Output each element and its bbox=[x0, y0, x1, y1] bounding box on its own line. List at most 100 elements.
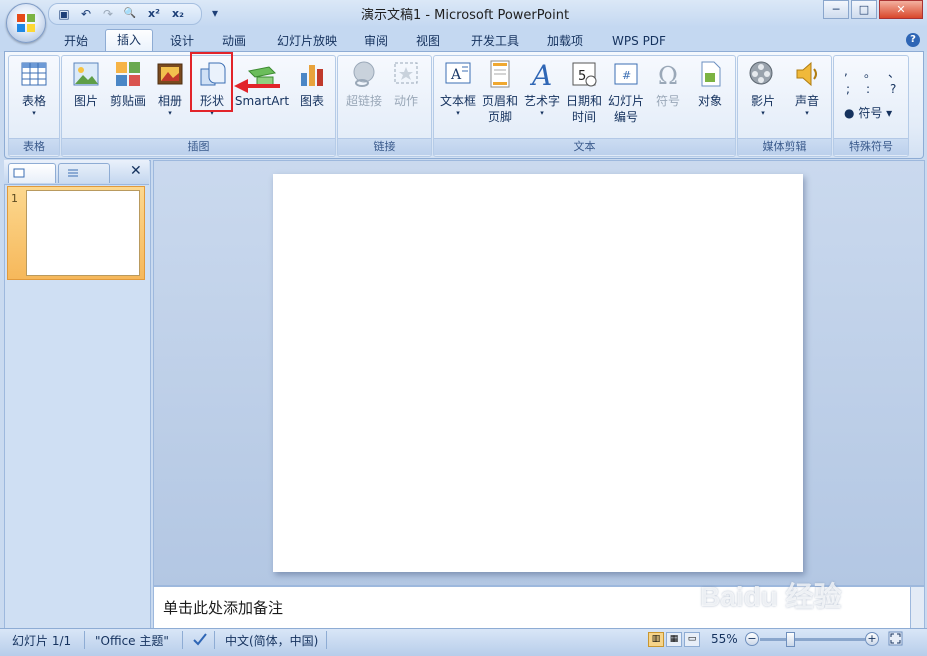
fit-to-window-icon[interactable] bbox=[888, 631, 903, 646]
zoom-out-button[interactable]: − bbox=[745, 632, 759, 646]
symbol-period[interactable]: 。 bbox=[864, 64, 876, 81]
spell-check-icon[interactable] bbox=[192, 632, 208, 646]
group-links: 超链接 动作 链接 bbox=[337, 55, 432, 157]
calendar-icon: 5 bbox=[572, 62, 597, 87]
notes-placeholder: 单击此处添加备注 bbox=[163, 599, 284, 617]
symbol-comma[interactable]: , bbox=[844, 64, 848, 78]
slides-tab[interactable] bbox=[8, 163, 56, 183]
action-icon bbox=[394, 62, 418, 84]
object-icon bbox=[701, 61, 721, 87]
shapes-highlight-box bbox=[190, 52, 233, 112]
clipart-button[interactable]: 剪贴画 bbox=[108, 59, 148, 109]
save-icon[interactable]: ▣ bbox=[55, 6, 73, 22]
office-logo-icon bbox=[17, 14, 35, 32]
object-button[interactable]: 对象 bbox=[690, 59, 730, 109]
textbox-button[interactable]: A 文本框 ▾ bbox=[436, 59, 480, 117]
normal-view-icon[interactable]: ▥ bbox=[648, 632, 664, 647]
photo-album-button[interactable]: 相册 ▾ bbox=[150, 59, 190, 117]
office-button[interactable] bbox=[6, 3, 46, 43]
omega-icon: Ω bbox=[658, 62, 678, 89]
film-reel-icon bbox=[749, 61, 773, 85]
special-symbol-button[interactable]: ● 符号 ▾ bbox=[844, 104, 892, 121]
slides-tab-icon bbox=[13, 168, 25, 178]
redo-icon[interactable]: ↷ bbox=[99, 6, 117, 22]
picture-button[interactable]: 图片 bbox=[66, 59, 106, 109]
baidu-watermark: Baidu 经验 bbox=[700, 581, 842, 612]
group-media: 影片 ▾ 声音 ▾ 媒体剪辑 bbox=[737, 55, 832, 157]
photo-album-icon bbox=[157, 63, 183, 85]
close-button[interactable]: ✕ bbox=[879, 0, 923, 19]
tab-home[interactable]: 开始 bbox=[55, 31, 97, 51]
group-label-illustrations: 插图 bbox=[62, 138, 335, 155]
maximize-button[interactable]: □ bbox=[851, 0, 877, 19]
zoom-in-button[interactable]: + bbox=[865, 632, 879, 646]
tab-insert[interactable]: 插入 bbox=[105, 29, 153, 52]
help-icon[interactable]: ? bbox=[906, 33, 920, 47]
group-label-media: 媒体剪辑 bbox=[738, 138, 831, 155]
customize-qat-icon[interactable]: ▾ bbox=[206, 5, 224, 21]
slide-sorter-icon[interactable]: ▦ bbox=[666, 632, 682, 647]
symbol-semicolon[interactable]: ; bbox=[846, 82, 850, 96]
tab-addins[interactable]: 加载项 bbox=[538, 31, 592, 51]
quick-access-toolbar: ▣ ↶ ↷ 🔍 x² x₂ bbox=[48, 3, 202, 25]
notes-scrollbar[interactable] bbox=[910, 586, 925, 629]
undo-icon[interactable]: ↶ bbox=[77, 6, 95, 22]
tab-review[interactable]: 审阅 bbox=[356, 31, 396, 51]
movie-button[interactable]: 影片 ▾ bbox=[742, 59, 784, 117]
hyperlink-button[interactable]: 超链接 bbox=[342, 59, 386, 109]
chart-button[interactable]: 图表 bbox=[292, 59, 332, 109]
tab-animations[interactable]: 动画 bbox=[214, 31, 254, 51]
group-text: A 文本框 ▾ 页眉和 页脚 A 艺术字 ▾ 5 日期和 时间 # 幻灯片 编号… bbox=[433, 55, 736, 157]
header-footer-button[interactable]: 页眉和 页脚 bbox=[480, 59, 520, 125]
status-language: 中文(简体，中国) bbox=[225, 634, 319, 648]
tab-view[interactable]: 视图 bbox=[408, 31, 448, 51]
slide-canvas[interactable] bbox=[273, 174, 803, 572]
slideshow-view-icon[interactable]: ▭ bbox=[684, 632, 700, 647]
svg-text:Ω: Ω bbox=[658, 62, 678, 89]
slide-number-label: 1 bbox=[11, 192, 18, 205]
clipart-icon bbox=[116, 62, 140, 86]
sound-button[interactable]: 声音 ▾ bbox=[786, 59, 828, 117]
slide-thumbnail[interactable] bbox=[26, 190, 140, 276]
symbol-question[interactable]: ? bbox=[890, 82, 896, 96]
baidu-watermark-url: jingyan.baidu.com bbox=[762, 612, 855, 623]
print-preview-icon[interactable]: 🔍 bbox=[121, 6, 139, 22]
minimize-button[interactable]: ─ bbox=[823, 0, 849, 19]
table-button[interactable]: 表格 ▾ bbox=[11, 59, 57, 117]
slide-number-button[interactable]: # 幻灯片 编号 bbox=[606, 59, 646, 125]
outline-tab[interactable] bbox=[58, 163, 110, 183]
chart-icon bbox=[301, 65, 323, 86]
svg-text:A: A bbox=[450, 67, 462, 83]
svg-text:5: 5 bbox=[578, 69, 586, 84]
zoom-slider-thumb[interactable] bbox=[786, 632, 795, 647]
picture-icon bbox=[73, 62, 99, 86]
tab-wps-pdf[interactable]: WPS PDF bbox=[602, 31, 676, 51]
wordart-button[interactable]: A 艺术字 ▾ bbox=[522, 59, 562, 117]
close-panel-icon[interactable]: ✕ bbox=[130, 163, 142, 179]
status-separator bbox=[326, 631, 327, 649]
symbol-dot-icon: ● bbox=[844, 106, 855, 120]
symbol-colon[interactable]: : bbox=[866, 82, 870, 96]
symbol-dunhao[interactable]: 、 bbox=[888, 64, 900, 81]
action-button[interactable]: 动作 bbox=[386, 59, 426, 109]
tab-developer[interactable]: 开发工具 bbox=[462, 31, 528, 51]
tab-slideshow[interactable]: 幻灯片放映 bbox=[268, 31, 346, 51]
date-time-button[interactable]: 5 日期和 时间 bbox=[564, 59, 604, 125]
status-separator bbox=[84, 631, 85, 649]
superscript-icon[interactable]: x² bbox=[145, 6, 163, 22]
group-table: 表格 ▾ 表格 bbox=[8, 55, 60, 157]
tab-design[interactable]: 设计 bbox=[162, 31, 202, 51]
status-separator bbox=[182, 631, 183, 649]
status-slide-count: 幻灯片 1/1 bbox=[12, 634, 72, 648]
hyperlink-icon bbox=[353, 61, 375, 87]
header-footer-icon bbox=[490, 60, 510, 88]
group-label-table: 表格 bbox=[9, 138, 59, 155]
outline-tab-icon bbox=[68, 169, 78, 177]
subscript-icon[interactable]: x₂ bbox=[169, 6, 187, 22]
zoom-slider[interactable] bbox=[760, 638, 865, 641]
group-label-text: 文本 bbox=[434, 138, 735, 155]
zoom-level[interactable]: 55% bbox=[711, 632, 738, 646]
window-title: 演示文稿1 - Microsoft PowerPoint bbox=[360, 8, 570, 23]
symbol-button[interactable]: Ω 符号 bbox=[648, 59, 688, 109]
group-label-links: 链接 bbox=[338, 138, 431, 155]
